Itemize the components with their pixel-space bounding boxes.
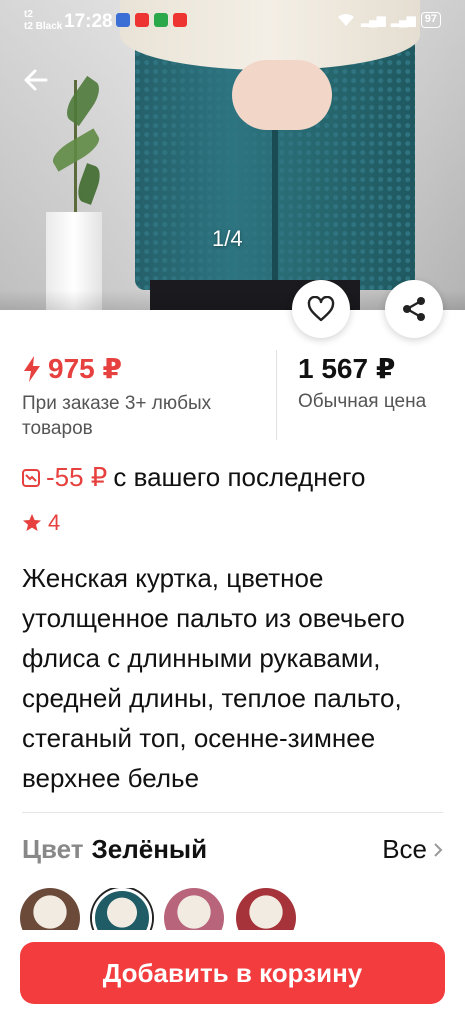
status-bar: t2 t2 Black 17:28 ▂▄▆ ▂▄▆ 97 [0,0,465,44]
star-icon [23,514,41,531]
rating-value: 4 [48,510,61,535]
back-button[interactable] [20,64,52,96]
heart-icon [307,296,335,322]
color-swatch[interactable] [20,888,80,932]
see-all-label: Все [382,834,427,864]
color-swatch[interactable] [164,888,224,932]
price-divider [276,350,277,440]
color-swatch-selected[interactable] [92,888,152,932]
color-swatch[interactable] [236,888,296,932]
notification-icons [116,13,187,27]
regular-price-block: 1 567 ₽ Обычная цена [298,352,426,413]
notification-app-icon [116,13,130,27]
discount-row: -55 ₽ с вашего последнего [22,462,365,493]
color-selector[interactable]: Цвет Зелёный Все [22,834,443,865]
chevron-right-icon [434,842,443,857]
add-to-cart-button[interactable]: Добавить в корзину [20,942,445,1004]
promo-price-block: 975 ₽ При заказе 3+ любых товаров [22,352,262,441]
lightning-icon [24,355,40,382]
product-image[interactable]: t2 t2 Black 17:28 ▂▄▆ ▂▄▆ 97 1/4 [0,0,465,310]
model-hands [232,60,332,130]
price-drop-icon [22,468,40,487]
status-right: ▂▄▆ ▂▄▆ 97 [337,12,441,28]
color-swatches [20,888,460,932]
product-title: Женская куртка, цветное утолщенное пальт… [22,563,405,793]
promo-price: 975 ₽ [22,352,262,385]
discount-text: с вашего последнего [113,462,366,492]
wifi-icon [337,13,354,26]
section-divider [22,812,443,813]
notification-app-icon [135,13,149,27]
see-all-colors-link[interactable]: Все [382,834,443,865]
arrow-left-icon [24,69,48,91]
bottom-action-bar: Добавить в корзину [0,930,465,1024]
signal-icon-2: ▂▄▆ [390,13,416,27]
favorite-button[interactable] [292,280,350,338]
notification-app-icon [173,13,187,27]
color-value: Зелёный [91,834,208,864]
regular-price-label: Обычная цена [298,391,427,412]
signal-icon: ▂▄▆ [360,13,386,27]
battery-indicator: 97 [420,12,441,28]
rating[interactable]: 4 [22,510,60,536]
notification-app-icon [154,13,168,27]
status-time: 17:28 [64,11,113,32]
share-button[interactable] [385,280,443,338]
carrier-name: t2 [24,9,33,20]
carrier-name-secondary: t2 Black [24,21,63,32]
discount-amount: -55 ₽ [46,462,108,492]
color-label: Цвет [22,834,84,864]
promo-price-value: 975 ₽ [48,353,122,384]
carrier-label: t2 t2 Black [24,9,62,33]
regular-price-value: 1 567 ₽ [298,353,396,384]
promo-condition: При заказе 3+ любых товаров [22,393,212,439]
share-icon [403,297,425,321]
image-counter: 1/4 [212,226,243,251]
